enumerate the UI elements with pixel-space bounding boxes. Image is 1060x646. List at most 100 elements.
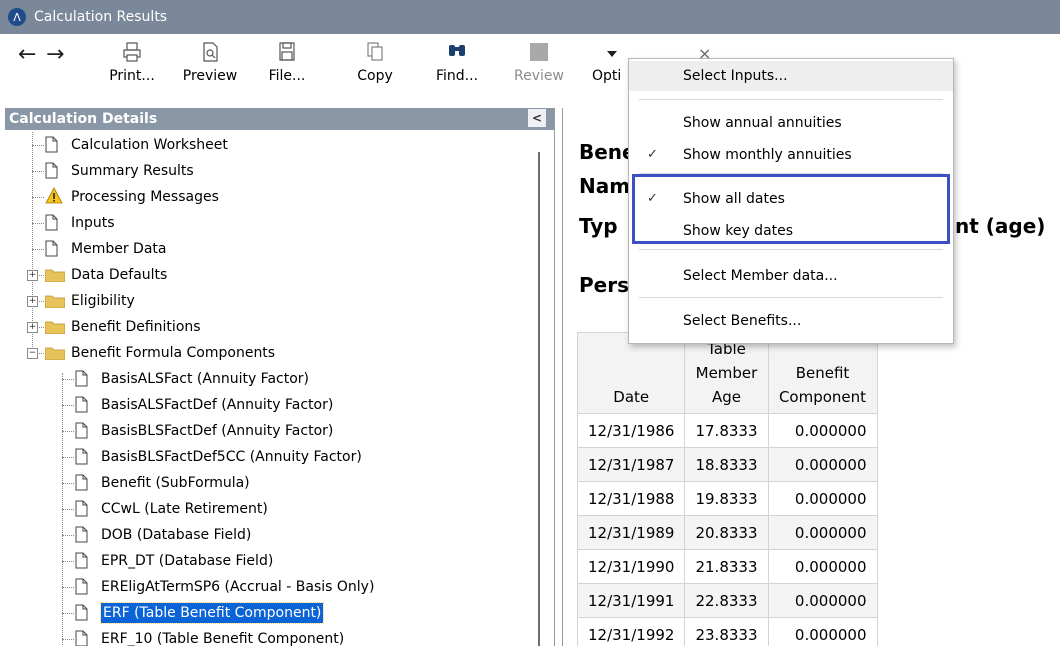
folder-icon — [45, 347, 65, 360]
expand-icon[interactable]: + — [27, 270, 38, 281]
folder-icon — [45, 269, 65, 282]
document-icon — [45, 214, 58, 231]
collapse-icon[interactable]: − — [27, 348, 38, 359]
document-icon — [75, 500, 88, 517]
preview-button[interactable]: Preview — [180, 40, 240, 92]
collapse-pane-button[interactable]: < — [528, 109, 546, 127]
save-file-icon — [279, 42, 295, 61]
col-date: Date — [576, 332, 686, 414]
menu-separator — [639, 297, 943, 298]
cell-benefit-component: 0.000000 — [767, 617, 878, 646]
document-icon — [75, 526, 88, 543]
cell-member-age: 18.8333 — [684, 447, 769, 482]
col-member-age: Table Member Age — [684, 332, 769, 414]
calculation-details-pane: Calculation Details < Calculation Worksh… — [5, 108, 555, 646]
document-icon — [45, 136, 58, 153]
cell-date: 12/31/1986 — [576, 413, 686, 448]
results-table: Date Table Member Age Benefit Component … — [576, 332, 878, 646]
cell-member-age: 19.8333 — [684, 481, 769, 516]
cell-date: 12/31/1989 — [576, 515, 686, 550]
options-button[interactable]: Opti — [592, 40, 632, 92]
checkmark-icon: ✓ — [647, 147, 658, 162]
tree-item[interactable]: DOB (Database Field) — [5, 522, 535, 548]
tree-item[interactable]: BasisALSFactDef (Annuity Factor) — [5, 392, 535, 418]
cell-date: 12/31/1988 — [576, 481, 686, 516]
menu-item-show-annual-annuities[interactable]: Show annual annuities — [629, 108, 953, 138]
heading-line-2: Nam — [579, 174, 631, 198]
tree-item[interactable]: BasisBLSFactDef5CC (Annuity Factor) — [5, 444, 535, 470]
dropdown-arrow-icon — [607, 51, 617, 57]
review-icon — [530, 43, 548, 61]
expand-icon[interactable]: + — [27, 322, 38, 333]
document-icon — [75, 370, 88, 387]
table-header-row: Date Table Member Age Benefit Component — [576, 332, 878, 414]
tree-item-label: Inputs — [71, 215, 115, 231]
tree-item[interactable]: Member Data — [5, 236, 535, 262]
tree-item[interactable]: EPR_DT (Database Field) — [5, 548, 535, 574]
menu-item-select-benefits[interactable]: Select Benefits... — [629, 306, 953, 336]
tree-item[interactable]: + Data Defaults — [5, 262, 535, 288]
cell-date: 12/31/1990 — [576, 549, 686, 584]
tree-item[interactable]: + Eligibility — [5, 288, 535, 314]
printer-icon — [123, 42, 141, 62]
heading-line-3: Typ — [579, 214, 618, 238]
print-preview-icon — [203, 42, 218, 62]
document-icon — [75, 396, 88, 413]
menu-separator — [639, 99, 943, 100]
tree-item-label: BasisBLSFactDef5CC (Annuity Factor) — [101, 449, 362, 465]
find-label: Find... — [436, 68, 479, 84]
tree-scrollbar[interactable] — [538, 152, 540, 646]
tree-item-label: BasisALSFactDef (Annuity Factor) — [101, 397, 334, 413]
pane-header: Calculation Details < — [5, 108, 554, 130]
tree-item[interactable]: Inputs — [5, 210, 535, 236]
tree-item[interactable]: ERF (Table Benefit Component) — [5, 600, 535, 626]
menu-item-select-inputs[interactable]: Select Inputs... — [629, 61, 953, 91]
tree-item-label: EREligAtTermSP6 (Accrual - Basis Only) — [101, 579, 375, 595]
table-row: 12/31/1989 20.8333 0.000000 — [576, 515, 878, 550]
copy-icon — [367, 42, 383, 61]
cell-member-age: 20.8333 — [684, 515, 769, 550]
heading-right-fragment: nt (age) — [955, 214, 1046, 238]
tree-item-label: BasisALSFact (Annuity Factor) — [101, 371, 309, 387]
tree-item[interactable]: BasisALSFact (Annuity Factor) — [5, 366, 535, 392]
app-icon: Λ — [8, 8, 26, 26]
tree-item[interactable]: + Benefit Definitions — [5, 314, 535, 340]
arrow-right-icon[interactable]: → — [46, 44, 64, 66]
document-icon — [75, 552, 88, 569]
document-icon — [75, 422, 88, 439]
tree-item[interactable]: Summary Results — [5, 158, 535, 184]
find-button[interactable]: Find... — [436, 40, 478, 92]
file-button[interactable]: File... — [266, 40, 308, 92]
copy-button[interactable]: Copy — [352, 40, 398, 92]
print-button[interactable]: Print... — [106, 40, 158, 92]
cell-benefit-component: 0.000000 — [767, 481, 878, 516]
tree-item-label: Summary Results — [71, 163, 194, 179]
table-row: 12/31/1988 19.8333 0.000000 — [576, 481, 878, 516]
document-icon — [75, 474, 88, 491]
tree-item-label: Processing Messages — [71, 189, 219, 205]
col-benefit-component: Benefit Component — [767, 332, 878, 414]
tree-item[interactable]: EREligAtTermSP6 (Accrual - Basis Only) — [5, 574, 535, 600]
document-icon — [75, 604, 88, 621]
cell-benefit-component: 0.000000 — [767, 447, 878, 482]
tree-item[interactable]: CCwL (Late Retirement) — [5, 496, 535, 522]
tree-item-label: DOB (Database Field) — [101, 527, 252, 543]
arrow-left-icon[interactable]: ← — [18, 44, 36, 66]
expand-icon[interactable]: + — [27, 296, 38, 307]
tree-item[interactable]: − Benefit Formula Components — [5, 340, 535, 366]
tree-item-label: Eligibility — [71, 293, 135, 309]
tree-item-label: Benefit Formula Components — [71, 345, 276, 361]
tree-item[interactable]: Processing Messages — [5, 184, 535, 210]
tree-item[interactable]: Calculation Worksheet — [5, 132, 535, 158]
tree-item[interactable]: Benefit (SubFormula) — [5, 470, 535, 496]
cell-benefit-component: 0.000000 — [767, 549, 878, 584]
tree-item[interactable]: BasisBLSFactDef (Annuity Factor) — [5, 418, 535, 444]
review-button[interactable]: Review — [510, 40, 568, 92]
menu-item-show-monthly-annuities[interactable]: ✓ Show monthly annuities — [629, 140, 953, 170]
window-title: Calculation Results — [34, 9, 168, 25]
menu-item-select-member-data[interactable]: Select Member data... — [629, 261, 953, 291]
tree-item[interactable]: ERF_10 (Table Benefit Component) — [5, 626, 535, 646]
tree-item-label: Benefit (SubFormula) — [101, 475, 250, 491]
folder-icon — [45, 295, 65, 308]
cell-member-age: 22.8333 — [684, 583, 769, 618]
